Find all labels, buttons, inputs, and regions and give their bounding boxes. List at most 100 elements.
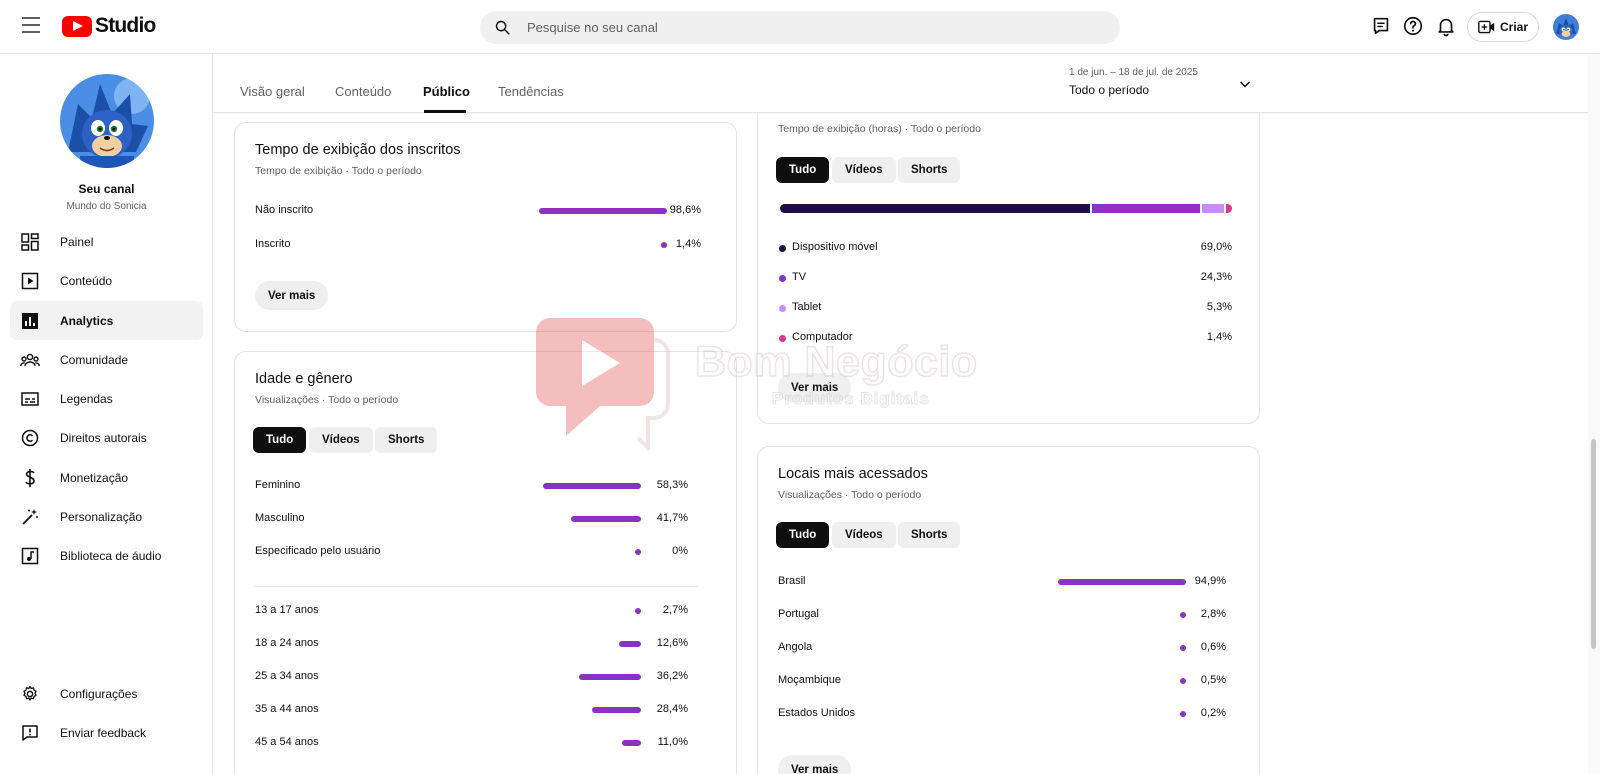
sidebar-item-monetizacao[interactable]: Monetização xyxy=(10,458,203,497)
logo-text: Studio xyxy=(95,14,156,37)
channel-avatar[interactable] xyxy=(60,74,154,168)
filter-tudo[interactable]: Tudo xyxy=(776,522,830,548)
filter-shorts[interactable]: Shorts xyxy=(898,157,961,183)
sidebar-item-painel[interactable]: Painel xyxy=(10,222,203,261)
sidebar-item-configuracoes[interactable]: Configurações xyxy=(10,674,203,713)
see-more-button[interactable]: Ver mais xyxy=(255,281,329,310)
comments-icon[interactable] xyxy=(1370,15,1392,37)
create-button[interactable]: Criar xyxy=(1467,12,1539,42)
sidebar-item-conteudo[interactable]: Conteúdo xyxy=(10,261,203,300)
channel-name: Seu canal xyxy=(78,182,135,196)
age-value: 2,7% xyxy=(662,604,688,616)
sidebar-item-analytics[interactable]: Analytics xyxy=(10,301,203,340)
device-label: Dispositivo móvel xyxy=(792,241,878,253)
subscriber-watch-time-card: Tempo de exibição dos inscritos Tempo de… xyxy=(234,122,737,332)
card-title: Tempo de exibição dos inscritos xyxy=(255,142,461,158)
age-label: 18 a 24 anos xyxy=(255,637,319,649)
sidebar-item-label: Enviar feedback xyxy=(60,725,147,740)
active-tab-indicator xyxy=(424,110,466,113)
card-subtitle: Tempo de exibição · Todo o período xyxy=(255,165,422,177)
customization-icon xyxy=(20,507,40,527)
account-avatar[interactable] xyxy=(1553,14,1579,40)
age-value: 12,6% xyxy=(656,637,688,649)
youtube-logo-icon xyxy=(62,15,92,37)
location-value: 0,6% xyxy=(1200,641,1226,653)
sidebar-item-label: Direitos autorais xyxy=(60,430,147,445)
create-label: Criar xyxy=(1499,20,1528,34)
gender-label: Feminino xyxy=(255,479,301,491)
location-value: 0,5% xyxy=(1200,674,1226,686)
search-input[interactable] xyxy=(527,20,1087,35)
row-label: Inscrito xyxy=(255,238,291,250)
top-bar: Studio Criar xyxy=(0,0,1600,54)
sidebar: Seu canal Mundo do Sonicia Painel Conteú… xyxy=(0,54,213,774)
age-label: 25 a 34 anos xyxy=(255,670,319,682)
copyright-icon xyxy=(20,428,40,448)
see-more-button[interactable]: Ver mais xyxy=(778,373,852,402)
settings-icon xyxy=(20,684,40,704)
date-period[interactable]: Todo o período xyxy=(1069,83,1149,97)
studio-logo[interactable]: Studio xyxy=(62,14,156,38)
filter-videos[interactable]: Vídeos xyxy=(309,427,373,453)
device-legend-dot xyxy=(779,335,786,342)
card-subtitle: Visualizações · Todo o período xyxy=(778,489,922,501)
device-stacked-bar xyxy=(780,204,1232,213)
sidebar-item-label: Configurações xyxy=(60,686,138,701)
device-segment xyxy=(780,204,1090,213)
search-icon xyxy=(495,20,510,35)
age-value: 36,2% xyxy=(656,670,688,682)
sidebar-item-label: Monetização xyxy=(60,470,129,485)
sidebar-item-direitos-autorais[interactable]: Direitos autorais xyxy=(10,418,203,457)
filter-videos[interactable]: Vídeos xyxy=(832,522,896,548)
location-label: Angola xyxy=(778,641,813,653)
sidebar-item-legendas[interactable]: Legendas xyxy=(10,379,203,418)
tab-conteudo[interactable]: Conteúdo xyxy=(335,84,391,99)
device-value: 1,4% xyxy=(1206,331,1232,343)
tab-visao-geral[interactable]: Visão geral xyxy=(240,84,305,99)
chevron-down-icon[interactable] xyxy=(1238,77,1252,91)
help-icon[interactable] xyxy=(1402,15,1424,37)
see-more-button[interactable]: Ver mais xyxy=(778,755,852,774)
sidebar-item-label: Painel xyxy=(60,234,94,249)
filter-videos[interactable]: Vídeos xyxy=(832,157,896,183)
age-value: 28,4% xyxy=(656,703,688,715)
subtitles-icon xyxy=(20,389,40,409)
card-subtitle: Tempo de exibição (horas) · Todo o perío… xyxy=(778,123,981,135)
sonic-avatar-icon xyxy=(60,74,154,168)
age-label: 45 a 54 anos xyxy=(255,736,319,748)
filter-tudo[interactable]: Tudo xyxy=(253,427,307,453)
device-segment xyxy=(1202,204,1224,213)
sidebar-item-biblioteca-de-audio[interactable]: Biblioteca de áudio xyxy=(10,536,203,575)
location-label: Moçambique xyxy=(778,674,841,686)
sidebar-item-label: Conteúdo xyxy=(60,273,113,288)
menu-icon[interactable] xyxy=(22,17,40,33)
sidebar-item-label: Personalização xyxy=(60,509,143,524)
device-value: 5,3% xyxy=(1206,301,1232,313)
location-bar xyxy=(1058,579,1186,585)
age-bar xyxy=(592,707,641,713)
age-label: 13 a 17 anos xyxy=(255,604,319,616)
device-label: Computador xyxy=(792,331,853,343)
location-label: Estados Unidos xyxy=(778,707,856,719)
notifications-icon[interactable] xyxy=(1435,15,1457,37)
date-range[interactable]: 1 de jun. – 18 de jul. de 2025 xyxy=(1069,67,1198,78)
sonic-avatar-icon xyxy=(1553,14,1579,40)
age-gender-card: Idade e gênero Visualizações · Todo o pe… xyxy=(234,351,737,774)
bar-inscrito xyxy=(661,242,667,248)
device-value: 24,3% xyxy=(1200,271,1232,283)
sidebar-item-personalizacao[interactable]: Personalização xyxy=(10,497,203,536)
location-label: Brasil xyxy=(778,575,806,587)
filter-shorts[interactable]: Shorts xyxy=(898,522,961,548)
channel-subtitle: Mundo do Sonicia xyxy=(66,201,147,212)
sidebar-item-enviar-feedback[interactable]: Enviar feedback xyxy=(10,713,203,752)
filter-shorts[interactable]: Shorts xyxy=(375,427,438,453)
audio-library-icon xyxy=(20,546,40,566)
tab-publico[interactable]: Público xyxy=(423,84,470,99)
card-title: Locais mais acessados xyxy=(778,466,928,482)
age-value: 11,0% xyxy=(657,736,688,748)
scrollbar-thumb[interactable] xyxy=(1591,439,1596,649)
sidebar-item-comunidade[interactable]: Comunidade xyxy=(10,340,203,379)
tab-tendencias[interactable]: Tendências xyxy=(498,84,564,99)
filter-tudo[interactable]: Tudo xyxy=(776,157,830,183)
feedback-icon xyxy=(20,723,40,743)
